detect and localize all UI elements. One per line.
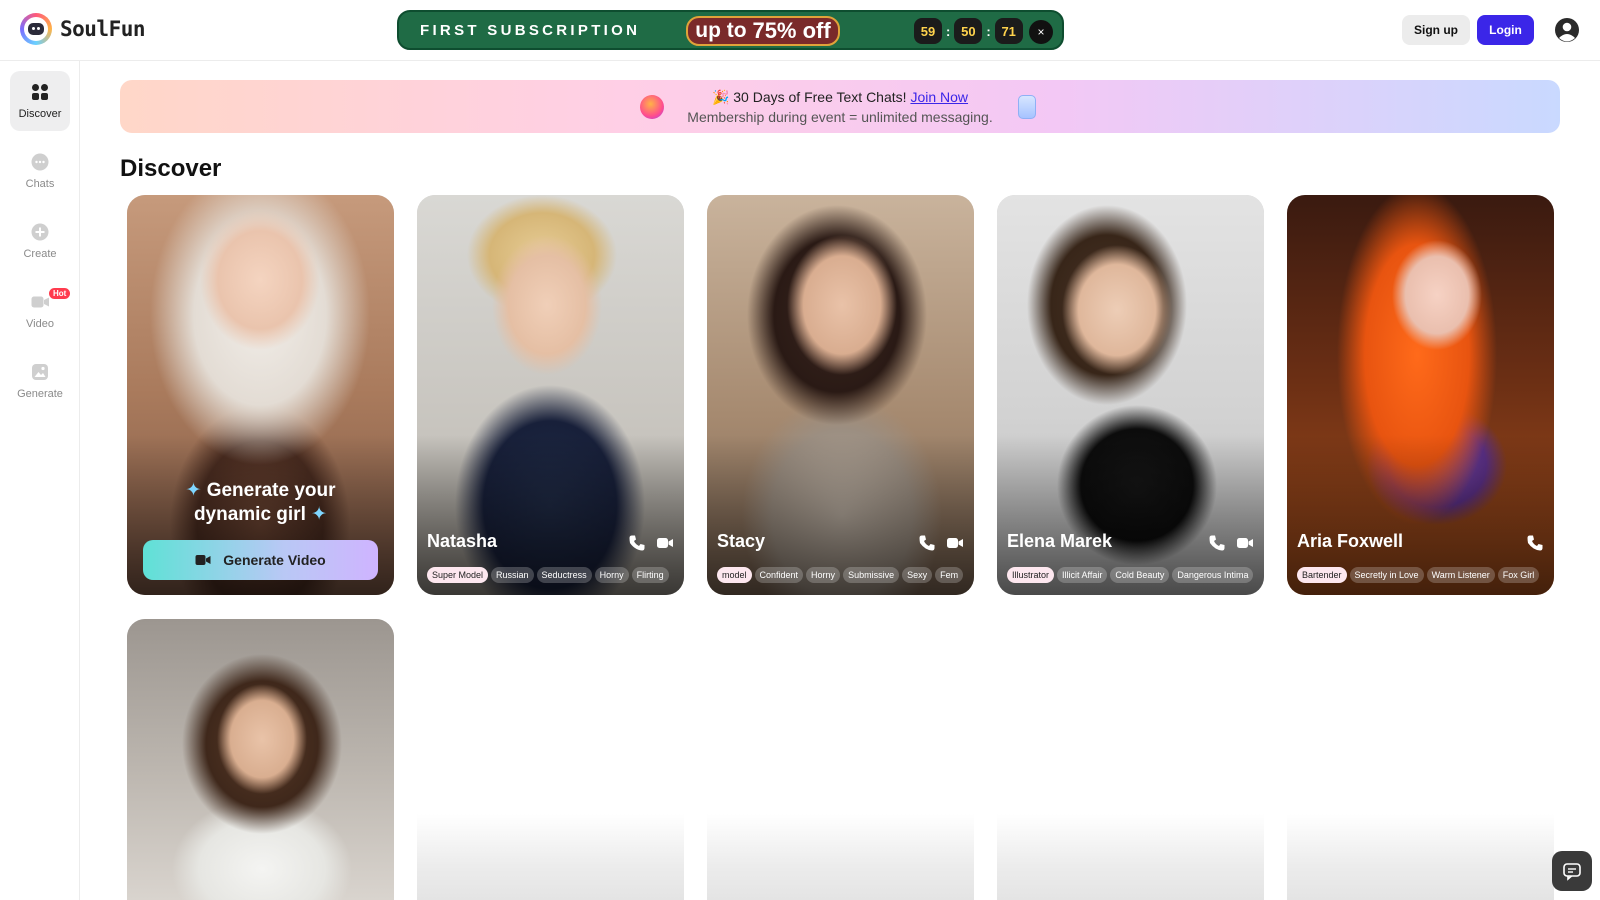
sidebar-item-label: Generate: [17, 388, 63, 400]
video-camera-icon: [195, 555, 211, 565]
message-icon: [1563, 863, 1581, 881]
tag: Illicit Affair: [1057, 567, 1108, 583]
chat-icon: [31, 153, 49, 171]
coupon-icon: [1018, 95, 1036, 119]
tag: model: [717, 567, 752, 583]
tag: Super Model: [427, 567, 489, 583]
support-chat-button[interactable]: [1552, 851, 1592, 891]
promo-text: FIRST SUBSCRIPTION: [420, 22, 641, 39]
sidebar-item-label: Discover: [18, 108, 62, 120]
generate-text-line2: dynamic girl: [193, 504, 306, 525]
phone-icon[interactable]: [918, 534, 936, 552]
brand-logo-icon: [20, 13, 52, 45]
tag: Confident: [754, 567, 804, 583]
timer-separator: :: [946, 23, 951, 39]
top-header: SoulFun FIRST SUBSCRIPTION up to 75% off…: [0, 0, 1600, 61]
timer-hours: 59: [914, 18, 942, 44]
promo-offer-big: 75% off: [752, 18, 831, 43]
tag: Fox Girl: [1497, 567, 1540, 583]
banner-headline-text: 🎉 30 Days of Free Text Chats!: [711, 89, 911, 105]
timer-separator: :: [986, 23, 991, 39]
tag-list: model Confident Horny Submissive Sexy Fe…: [717, 567, 964, 583]
generate-video-button[interactable]: Generate Video: [143, 540, 378, 580]
loading-card-placeholder: [997, 814, 1264, 900]
loading-card-placeholder: [1287, 814, 1554, 900]
tag: Seductress: [536, 567, 592, 583]
page-title: Discover: [120, 155, 222, 182]
character-card[interactable]: Elena Marek Illustrator Illicit Affair C…: [997, 195, 1264, 595]
character-name: Aria Foxwell: [1297, 531, 1404, 551]
generate-headline: ✦ Generate your dynamic girl ✦: [185, 480, 336, 525]
tag: Secretly in Love: [1349, 567, 1424, 583]
tag-list: Bartender Secretly in Love Warm Listener…: [1297, 567, 1544, 583]
tag: Sexy: [902, 567, 933, 583]
sidebar-item-chats[interactable]: Chats: [10, 141, 70, 201]
sidebar-item-label: Chats: [25, 178, 55, 190]
tag: Bartender: [1297, 567, 1347, 583]
timer-minutes: 50: [954, 18, 983, 44]
phone-icon[interactable]: [1526, 534, 1544, 552]
video-call-icon[interactable]: [656, 534, 674, 552]
subscription-promo-bar[interactable]: FIRST SUBSCRIPTION up to 75% off 59 : 50…: [397, 10, 1064, 50]
tag: Horny: [806, 567, 841, 583]
generate-video-label: Generate Video: [223, 552, 326, 568]
sidebar-item-generate[interactable]: Generate: [10, 351, 70, 411]
tag: Dangerous Intima: [1172, 567, 1254, 583]
loading-card-placeholder: [417, 814, 684, 900]
character-card[interactable]: Stacy model Confident Horny Submissive S…: [707, 195, 974, 595]
video-call-icon[interactable]: [946, 534, 964, 552]
login-button[interactable]: Login: [1477, 15, 1534, 45]
video-call-icon[interactable]: [1236, 534, 1254, 552]
phone-icon[interactable]: [628, 534, 646, 552]
loading-card-placeholder: [707, 814, 974, 900]
sidebar: Discover Chats Create Video Hot Generate: [0, 61, 80, 900]
sidebar-item-create[interactable]: Create: [10, 211, 70, 271]
event-banner[interactable]: 🎉 30 Days of Free Text Chats! Join Now M…: [120, 80, 1560, 133]
tag: Warm Listener: [1426, 567, 1495, 583]
promo-offer-small: up to: [695, 19, 747, 42]
sidebar-item-label: Video: [26, 318, 54, 330]
generate-video-card[interactable]: ✦ Generate your dynamic girl ✦ Generate …: [127, 195, 394, 595]
video-icon: [31, 296, 49, 308]
generate-text-line1: Generate your: [206, 480, 336, 501]
phone-icon[interactable]: [1208, 534, 1226, 552]
tag: Flirting: [631, 567, 669, 583]
character-image: [127, 619, 394, 900]
image-icon: [32, 364, 48, 380]
character-card[interactable]: Natasha Super Model Russian Seductress H…: [417, 195, 684, 595]
plus-icon: [31, 223, 49, 241]
tag: Horny: [594, 567, 629, 583]
brand-name: SoulFun: [60, 17, 146, 41]
sidebar-item-discover[interactable]: Discover: [10, 71, 70, 131]
tag-list: Illustrator Illicit Affair Cold Beauty D…: [1007, 567, 1254, 583]
character-card[interactable]: Aria Foxwell Bartender Secretly in Love …: [1287, 195, 1554, 595]
tag: Submissive: [843, 567, 900, 583]
promo-offer-badge: up to 75% off: [686, 16, 840, 46]
banner-headline: 🎉 30 Days of Free Text Chats! Join Now: [120, 89, 1560, 106]
promo-countdown: 59 : 50 : 71: [914, 18, 1023, 44]
character-card[interactable]: [127, 619, 394, 900]
tag: Russian: [491, 567, 534, 583]
signup-button[interactable]: Sign up: [1402, 15, 1470, 45]
join-now-link[interactable]: Join Now: [910, 89, 968, 105]
sidebar-item-label: Create: [23, 248, 57, 260]
timer-seconds: 71: [994, 18, 1023, 44]
brand[interactable]: SoulFun: [20, 13, 146, 45]
user-account-icon[interactable]: [1554, 17, 1580, 43]
character-name: Natasha: [427, 531, 498, 551]
hot-badge: Hot: [49, 288, 71, 299]
tag: Illustrator: [1007, 567, 1055, 583]
character-name: Stacy: [717, 531, 766, 551]
tag-list: Super Model Russian Seductress Horny Fli…: [427, 567, 674, 583]
tag: Fem: [935, 567, 964, 583]
grid-icon: [32, 84, 48, 100]
tag: Cold Beauty: [1110, 567, 1170, 583]
close-icon[interactable]: ×: [1029, 20, 1053, 44]
character-name: Elena Marek: [1007, 531, 1113, 551]
banner-subtext: Membership during event = unlimited mess…: [687, 109, 993, 125]
